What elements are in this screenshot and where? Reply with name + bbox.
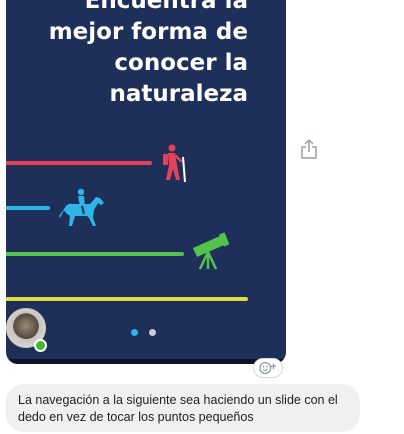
trail-line-red <box>6 161 152 165</box>
add-reaction-icon <box>259 362 277 374</box>
attachment-bottom-strip <box>6 359 286 364</box>
message-text: La navegación a la siguiente sea haciend… <box>18 393 338 424</box>
online-status-dot <box>34 339 47 352</box>
telescope-icon <box>193 232 230 270</box>
trail-line-yellow <box>6 297 248 301</box>
attachment-headline: Encuentra la mejor forma de conocer la n… <box>48 0 248 107</box>
pagination-dot-active[interactable] <box>131 329 138 336</box>
add-reaction-button[interactable] <box>253 358 283 378</box>
horse-rider-icon <box>59 188 104 226</box>
trail-line-green <box>6 252 184 256</box>
pagination-dots <box>131 329 156 336</box>
message-bubble[interactable]: La navegación a la siguiente sea haciend… <box>6 384 360 432</box>
pagination-dot[interactable] <box>149 329 156 336</box>
image-attachment[interactable]: Encuentra la mejor forma de conocer la n… <box>6 0 286 364</box>
share-icon[interactable] <box>300 138 318 160</box>
hiker-icon <box>163 144 186 183</box>
trail-line-blue <box>6 206 50 210</box>
avatar-photo <box>16 317 38 339</box>
